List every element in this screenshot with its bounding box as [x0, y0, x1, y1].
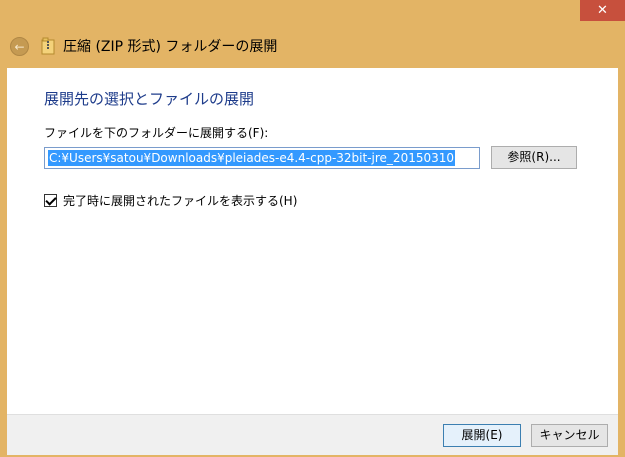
- extract-button[interactable]: 展開(E): [443, 424, 521, 447]
- title-bar: ✕ ← 圧縮 (ZIP 形式) フォルダーの展開: [0, 0, 625, 68]
- window-title: 圧縮 (ZIP 形式) フォルダーの展開: [63, 39, 278, 55]
- zip-folder-icon: [41, 37, 55, 55]
- dialog-footer: 展開(E) キャンセル: [7, 414, 618, 455]
- destination-path-value: C:¥Users¥satou¥Downloads¥pleiades-e4.4-c…: [48, 150, 456, 166]
- browse-button[interactable]: 参照(R)...: [491, 146, 577, 169]
- show-files-label[interactable]: 完了時に展開されたファイルを表示する(H): [63, 192, 297, 210]
- destination-path-input[interactable]: C:¥Users¥satou¥Downloads¥pleiades-e4.4-c…: [44, 147, 480, 169]
- back-button[interactable]: ←: [10, 37, 29, 56]
- back-arrow-icon: ←: [14, 40, 25, 54]
- dialog-content: 展開先の選択とファイルの展開 ファイルを下のフォルダーに展開する(F): C:¥…: [7, 68, 618, 414]
- close-icon: ✕: [597, 3, 608, 18]
- cancel-button[interactable]: キャンセル: [531, 424, 608, 447]
- destination-label: ファイルを下のフォルダーに展開する(F):: [44, 126, 269, 140]
- close-button[interactable]: ✕: [580, 0, 625, 21]
- show-files-checkbox[interactable]: [44, 194, 57, 207]
- page-title: 展開先の選択とファイルの展開: [44, 90, 255, 108]
